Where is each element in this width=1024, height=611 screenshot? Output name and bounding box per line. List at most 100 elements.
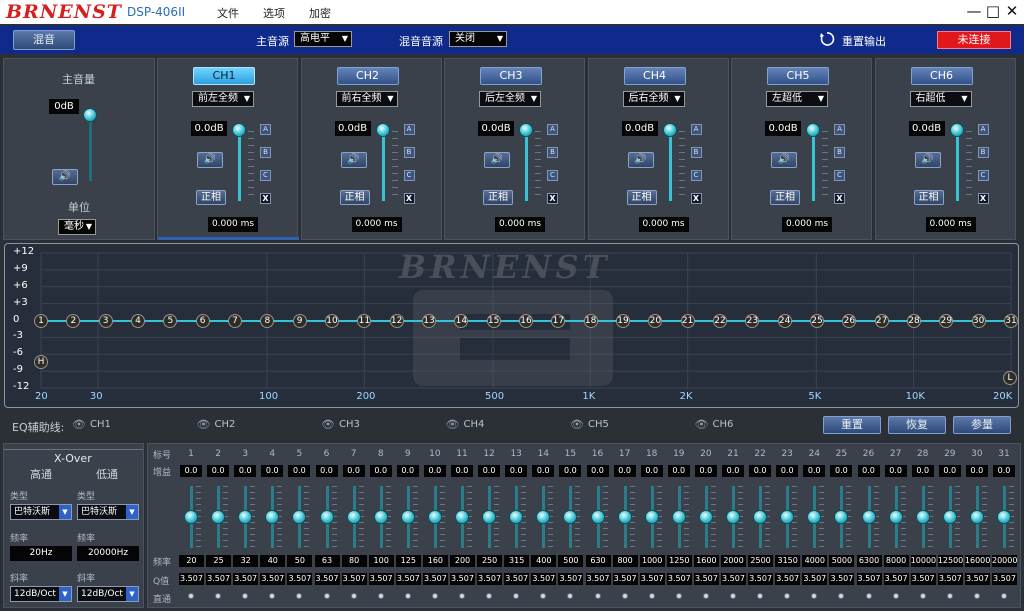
band-freq-11[interactable]: 200 — [450, 555, 475, 567]
menu-file[interactable]: 文件 — [217, 5, 239, 21]
eq-aux-toggle-3[interactable]: 👁 CH3 — [321, 418, 391, 432]
channel-delay-value-2[interactable]: 0.000 ms — [351, 217, 402, 232]
band-freq-29[interactable]: 12500 — [937, 555, 963, 567]
band-q-21[interactable]: 3.507 — [721, 573, 746, 585]
eq-band-node-3[interactable]: 3 — [98, 314, 113, 328]
band-gain-21[interactable]: 0.0 — [722, 465, 744, 477]
eq-band-node-23[interactable]: 23 — [745, 314, 760, 328]
band-fader-knob-19[interactable] — [671, 510, 686, 524]
eq-band-node-26[interactable]: 26 — [842, 314, 857, 328]
channel-mute-button-1[interactable]: 🔊 — [197, 152, 223, 168]
eq-aux-toggle-1[interactable]: 👁 CH1 — [72, 418, 142, 432]
close-button[interactable]: ✕ — [1003, 2, 1021, 20]
channel-3-x-toggle[interactable]: X — [547, 193, 558, 204]
channel-3-a-toggle[interactable]: A — [547, 124, 558, 135]
band-freq-26[interactable]: 6300 — [856, 555, 882, 567]
channel-delay-value-1[interactable]: 0.000 ms — [208, 217, 258, 232]
band-gain-15[interactable]: 0.0 — [559, 465, 582, 477]
channel-1-c-toggle[interactable]: C — [260, 170, 271, 181]
eq-params-button[interactable]: 参量 — [953, 416, 1011, 434]
band-bypass-3[interactable] — [242, 593, 249, 599]
band-q-7[interactable]: 3.507 — [341, 573, 367, 585]
eq-band-node-9[interactable]: 9 — [292, 314, 307, 328]
band-gain-14[interactable]: 0.0 — [532, 465, 555, 477]
hp-type-select[interactable]: 巴特沃斯 ▼ — [10, 504, 72, 520]
channel-assign-select-6[interactable]: 右超低 ▼ — [909, 91, 972, 107]
band-fader-knob-2[interactable] — [211, 510, 226, 524]
channel-fader-track-4[interactable] — [668, 131, 672, 201]
lp-type-select[interactable]: 巴特沃斯 ▼ — [77, 504, 139, 520]
band-bypass-18[interactable] — [648, 593, 655, 599]
channel-phase-button-6[interactable]: 正相 — [913, 190, 944, 205]
channel-assign-select-5[interactable]: 左超低 ▼ — [766, 91, 828, 107]
eq-band-node-25[interactable]: 25 — [810, 314, 824, 328]
eq-band-node-4[interactable]: 4 — [131, 314, 145, 328]
menu-options[interactable]: 选项 — [263, 5, 285, 21]
band-bypass-24[interactable] — [811, 593, 818, 599]
band-fader-knob-8[interactable] — [373, 510, 388, 524]
band-bypass-22[interactable] — [757, 593, 764, 599]
band-freq-23[interactable]: 3150 — [775, 555, 801, 567]
eq-aux-toggle-5[interactable]: 👁 CH5 — [570, 418, 640, 432]
band-fader-knob-10[interactable] — [427, 510, 442, 524]
band-bypass-12[interactable] — [486, 593, 493, 599]
band-fader-knob-21[interactable] — [726, 510, 740, 524]
band-fader-knob-9[interactable] — [400, 510, 415, 524]
channel-6-x-toggle[interactable]: X — [977, 193, 989, 204]
channel-button-3[interactable]: CH3 — [480, 67, 542, 85]
channel-assign-select-3[interactable]: 后左全频 ▼ — [479, 91, 541, 107]
band-bypass-20[interactable] — [702, 593, 709, 599]
band-bypass-31[interactable] — [1001, 593, 1007, 599]
channel-fader-track-5[interactable] — [812, 131, 815, 201]
band-fader-knob-16[interactable] — [590, 510, 605, 524]
band-bypass-28[interactable] — [919, 593, 926, 599]
band-q-4[interactable]: 3.507 — [260, 573, 286, 585]
band-fader-knob-6[interactable] — [319, 510, 334, 524]
eq-band-node-31[interactable]: 31 — [1004, 314, 1018, 328]
channel-4-x-toggle[interactable]: X — [690, 193, 702, 204]
band-freq-9[interactable]: 125 — [395, 555, 421, 567]
band-fader-knob-12[interactable] — [482, 510, 497, 524]
channel-5-b-toggle[interactable]: B — [834, 147, 845, 158]
band-bypass-9[interactable] — [404, 593, 411, 599]
band-fader-knob-28[interactable] — [915, 510, 930, 524]
eq-reset-button[interactable]: 重置 — [823, 416, 881, 434]
band-bypass-23[interactable] — [784, 593, 791, 599]
hp-freq-value[interactable]: 20Hz — [10, 546, 72, 561]
band-bypass-4[interactable] — [269, 593, 276, 599]
band-bypass-30[interactable] — [973, 593, 980, 599]
eq-band-node-19[interactable]: 19 — [616, 314, 630, 328]
band-q-10[interactable]: 3.507 — [422, 573, 448, 585]
band-freq-27[interactable]: 8000 — [883, 555, 909, 567]
band-gain-29[interactable]: 0.0 — [938, 465, 961, 477]
connect-button[interactable]: 未连接 — [937, 31, 1011, 49]
eq-band-node-21[interactable]: 21 — [680, 314, 695, 328]
channel-phase-button-2[interactable]: 正相 — [339, 190, 370, 205]
channel-2-b-toggle[interactable]: B — [403, 147, 415, 158]
channel-phase-button-5[interactable]: 正相 — [770, 190, 800, 205]
band-gain-2[interactable]: 0.0 — [207, 465, 230, 477]
band-gain-30[interactable]: 0.0 — [965, 465, 988, 477]
band-freq-18[interactable]: 1000 — [639, 555, 665, 567]
eq-band-node-16[interactable]: 16 — [519, 314, 533, 328]
band-gain-18[interactable]: 0.0 — [640, 465, 663, 477]
reset-output-button[interactable]: 重置输出 — [842, 33, 886, 49]
band-gain-9[interactable]: 0.0 — [396, 465, 419, 477]
channel-phase-button-3[interactable]: 正相 — [483, 190, 513, 205]
band-freq-21[interactable]: 2000 — [721, 555, 746, 567]
eq-band-node-28[interactable]: 28 — [907, 314, 921, 328]
channel-mute-button-3[interactable]: 🔊 — [484, 152, 510, 168]
band-gain-23[interactable]: 0.0 — [776, 465, 799, 477]
channel-assign-select-2[interactable]: 前右全频 ▼ — [335, 91, 398, 107]
band-fader-knob-27[interactable] — [888, 510, 903, 524]
band-q-3[interactable]: 3.507 — [233, 573, 259, 585]
band-bypass-15[interactable] — [567, 593, 574, 599]
band-bypass-14[interactable] — [540, 593, 547, 599]
band-gain-8[interactable]: 0.0 — [369, 465, 392, 477]
band-freq-25[interactable]: 5000 — [829, 555, 855, 567]
band-gain-1[interactable]: 0.0 — [180, 465, 202, 477]
main-source-select[interactable]: 高电平 ▼ — [294, 31, 352, 47]
band-q-1[interactable]: 3.507 — [179, 573, 204, 585]
band-freq-5[interactable]: 50 — [287, 555, 313, 567]
band-q-11[interactable]: 3.507 — [450, 573, 475, 585]
